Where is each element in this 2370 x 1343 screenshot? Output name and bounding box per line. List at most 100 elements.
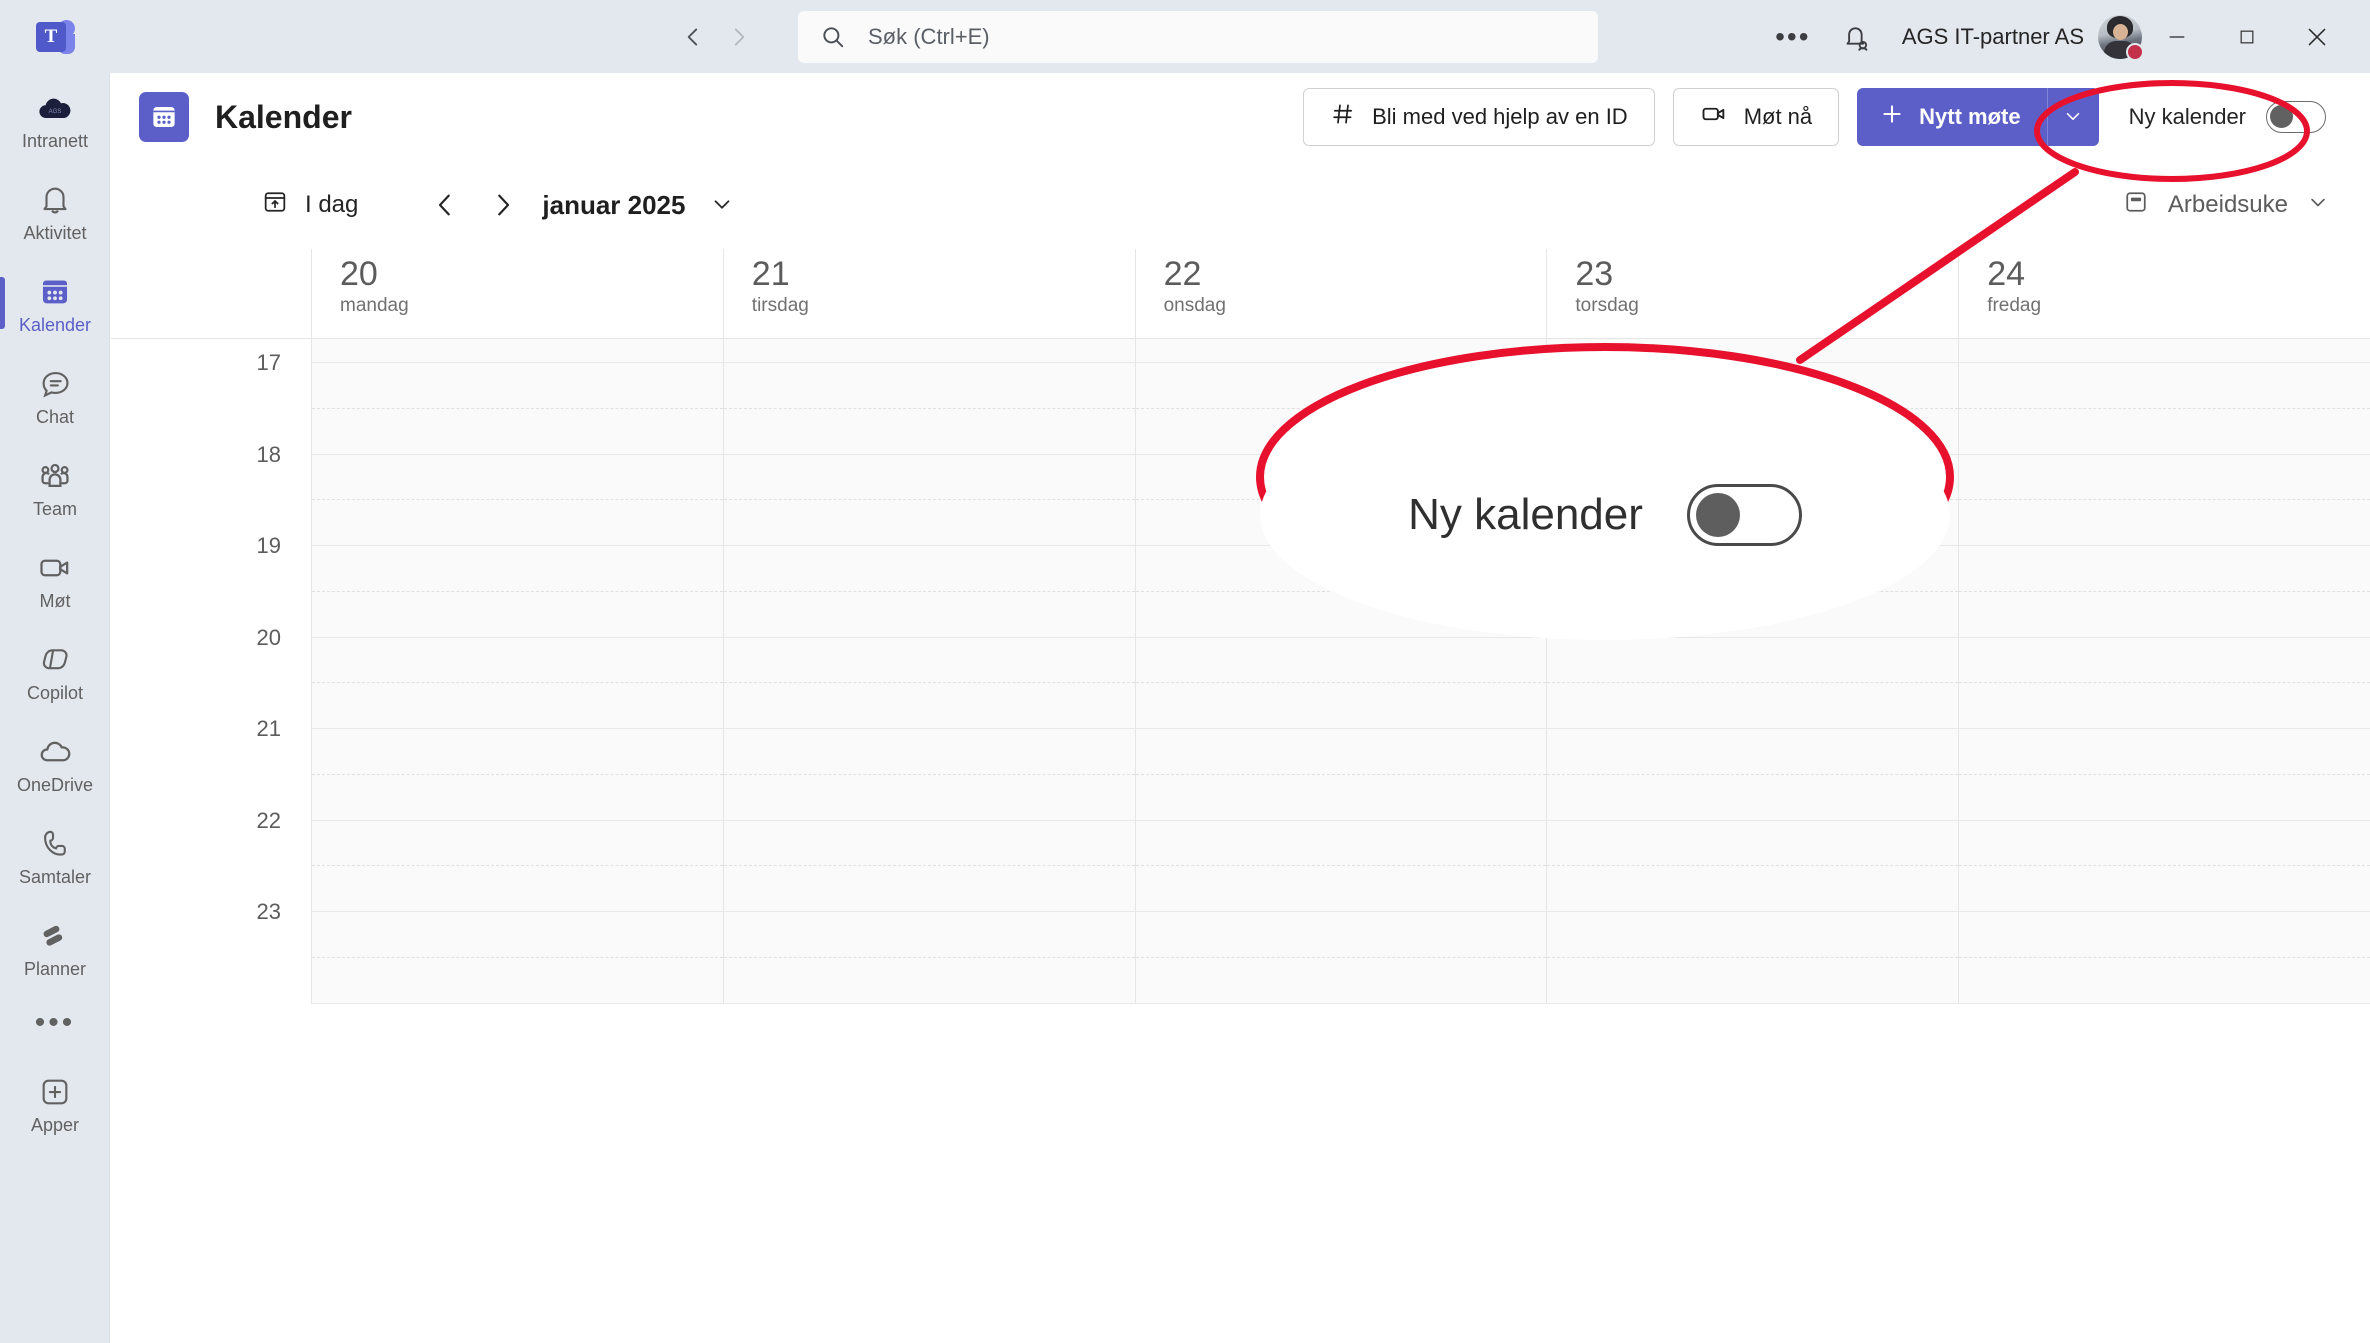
minimize-button[interactable] <box>2142 0 2212 73</box>
grid-slot[interactable] <box>312 546 723 592</box>
day-column-header[interactable]: 24 fredag <box>1958 249 2370 338</box>
grid-slot[interactable] <box>1959 729 2370 775</box>
sidebar-item-chat[interactable]: Chat <box>0 349 110 441</box>
grid-slot[interactable] <box>312 592 723 638</box>
meet-now-button[interactable]: Møt nå <box>1672 88 1840 146</box>
grid-slot[interactable] <box>1959 638 2370 684</box>
grid-slot[interactable] <box>723 866 1135 912</box>
grid-slot[interactable] <box>312 363 723 409</box>
grid-slot[interactable] <box>312 500 723 546</box>
grid-slot[interactable] <box>723 363 1135 409</box>
day-column-header[interactable]: 23 torsdag <box>1546 249 1958 338</box>
grid-slot[interactable] <box>1547 866 1959 912</box>
grid-slot[interactable] <box>312 958 723 1004</box>
grid-slot[interactable] <box>312 866 723 912</box>
grid-slot[interactable] <box>1547 729 1959 775</box>
grid-slot[interactable] <box>1547 958 1959 1004</box>
grid-slot[interactable] <box>1959 775 2370 821</box>
grid-slot[interactable] <box>1547 683 1959 729</box>
grid-slot[interactable] <box>723 409 1135 455</box>
sidebar-item-samtaler[interactable]: Samtaler <box>0 809 110 901</box>
day-column-header[interactable]: 21 tirsdag <box>722 249 1135 338</box>
grid-slot[interactable] <box>723 775 1135 821</box>
grid-slot[interactable] <box>1959 592 2370 638</box>
grid-slot[interactable] <box>1547 775 1959 821</box>
grid-slot[interactable] <box>1547 821 1959 867</box>
grid-slot[interactable] <box>312 638 723 684</box>
grid-slot[interactable] <box>1959 912 2370 958</box>
grid-slot[interactable] <box>723 638 1135 684</box>
grid-slot[interactable] <box>723 912 1135 958</box>
new-meeting-dropdown-button[interactable] <box>2046 88 2099 146</box>
grid-slot[interactable] <box>723 455 1135 501</box>
grid-slot[interactable] <box>312 409 723 455</box>
maximize-button[interactable] <box>2212 0 2282 73</box>
titlebar-more-button[interactable]: ••• <box>1762 21 1824 53</box>
grid-slot[interactable] <box>1135 683 1547 729</box>
calendar-grid-scroll[interactable]: 17 18 19 20 21 22 23 <box>111 339 2370 1275</box>
grid-slot[interactable] <box>723 339 1135 363</box>
zoom-new-calendar-switch[interactable] <box>1686 484 1802 546</box>
grid-slot[interactable] <box>1959 866 2370 912</box>
grid-slot[interactable] <box>1959 455 2370 501</box>
avatar[interactable] <box>2098 14 2144 61</box>
grid-slot[interactable] <box>312 729 723 775</box>
grid-slot[interactable] <box>1959 500 2370 546</box>
account-button[interactable]: AGS IT-partner AS <box>1888 14 2144 61</box>
view-picker-button[interactable]: Arbeidsuke <box>2122 188 2330 223</box>
new-meeting-button[interactable]: Nytt møte <box>1857 88 2047 146</box>
grid-slot[interactable] <box>312 912 723 958</box>
grid-slot[interactable] <box>1959 339 2370 363</box>
grid-slot[interactable] <box>723 729 1135 775</box>
sidebar-more-button[interactable]: ••• <box>0 993 110 1057</box>
day-column[interactable] <box>722 339 1135 1004</box>
sidebar-item-onedrive[interactable]: OneDrive <box>0 717 110 809</box>
day-column-header[interactable]: 22 onsdag <box>1134 249 1547 338</box>
grid-slot[interactable] <box>312 683 723 729</box>
grid-slot[interactable] <box>1135 866 1547 912</box>
notifications-button[interactable] <box>1824 22 1888 52</box>
sidebar-item-intranett[interactable]: AGS Intranett <box>0 73 110 165</box>
close-button[interactable] <box>2282 0 2352 73</box>
grid-slot[interactable] <box>1959 363 2370 409</box>
grid-slot[interactable] <box>723 683 1135 729</box>
new-calendar-switch[interactable] <box>2266 101 2326 133</box>
day-column[interactable] <box>1958 339 2370 1004</box>
grid-slot[interactable] <box>723 958 1135 1004</box>
grid-slot[interactable] <box>1959 821 2370 867</box>
new-calendar-toggle[interactable]: Ny kalender <box>2129 101 2326 133</box>
grid-slot[interactable] <box>1547 912 1959 958</box>
grid-slot[interactable] <box>723 546 1135 592</box>
grid-slot[interactable] <box>1547 339 1959 363</box>
nav-forward-button[interactable] <box>716 14 762 60</box>
grid-slot[interactable] <box>1135 912 1547 958</box>
grid-slot[interactable] <box>723 592 1135 638</box>
next-period-button[interactable] <box>474 176 532 234</box>
prev-period-button[interactable] <box>416 176 474 234</box>
grid-slot[interactable] <box>1135 638 1547 684</box>
grid-slot[interactable] <box>312 775 723 821</box>
grid-slot[interactable] <box>1135 821 1547 867</box>
search-input[interactable]: Søk (Ctrl+E) <box>798 10 1598 63</box>
sidebar-item-kalender[interactable]: Kalender <box>0 257 110 349</box>
grid-slot[interactable] <box>1135 339 1547 363</box>
grid-slot[interactable] <box>723 500 1135 546</box>
sidebar-item-apper[interactable]: Apper <box>0 1057 110 1149</box>
sidebar-item-team[interactable]: Team <box>0 441 110 533</box>
day-column-header[interactable]: 20 mandag <box>311 249 723 338</box>
sidebar-item-copilot[interactable]: Copilot <box>0 625 110 717</box>
grid-slot[interactable] <box>312 455 723 501</box>
join-with-id-button[interactable]: Bli med ved hjelp av en ID <box>1303 88 1655 146</box>
sidebar-item-planner[interactable]: Planner <box>0 901 110 993</box>
grid-slot[interactable] <box>1135 958 1547 1004</box>
grid-slot[interactable] <box>1135 775 1547 821</box>
grid-slot[interactable] <box>312 821 723 867</box>
today-button[interactable]: I dag <box>261 188 358 223</box>
grid-slot[interactable] <box>312 339 723 363</box>
sidebar-item-mot[interactable]: Møt <box>0 533 110 625</box>
grid-slot[interactable] <box>1959 958 2370 1004</box>
grid-slot[interactable] <box>1959 409 2370 455</box>
grid-slot[interactable] <box>1959 546 2370 592</box>
day-column[interactable] <box>311 339 723 1004</box>
grid-slot[interactable] <box>1959 683 2370 729</box>
